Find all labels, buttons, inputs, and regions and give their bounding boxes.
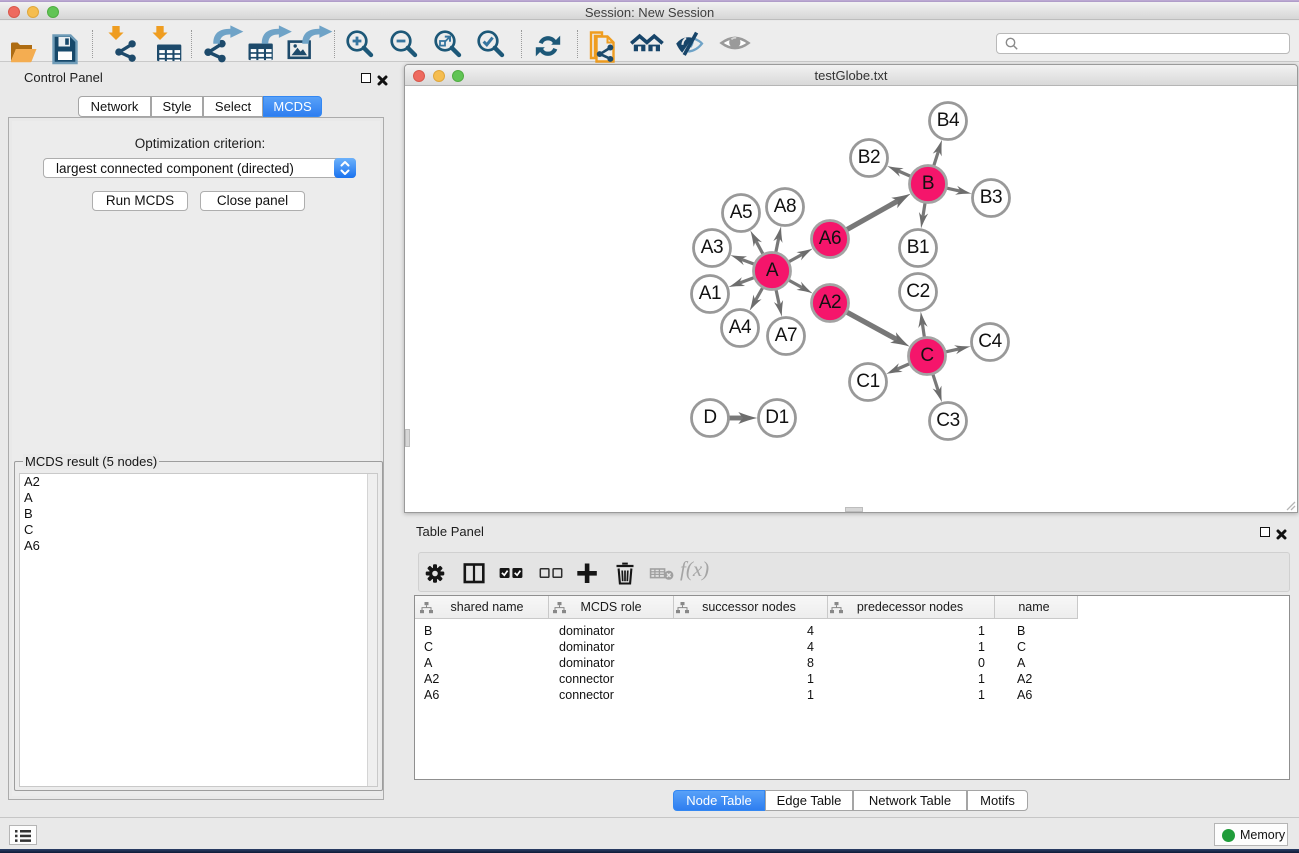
svg-text:A6: A6 <box>819 228 841 249</box>
svg-text:D1: D1 <box>765 407 789 428</box>
svg-text:C2: C2 <box>906 281 930 302</box>
svg-text:B: B <box>922 173 934 194</box>
svg-text:C3: C3 <box>936 410 960 431</box>
svg-text:B1: B1 <box>907 237 929 258</box>
svg-text:A: A <box>766 260 779 281</box>
svg-text:C1: C1 <box>856 371 880 392</box>
svg-text:C4: C4 <box>978 331 1002 352</box>
svg-text:A8: A8 <box>774 196 796 217</box>
svg-text:B3: B3 <box>980 187 1002 208</box>
svg-text:A1: A1 <box>699 283 721 304</box>
svg-text:B2: B2 <box>858 147 880 168</box>
svg-text:A5: A5 <box>730 202 752 223</box>
svg-text:A3: A3 <box>701 237 723 258</box>
svg-text:A7: A7 <box>775 325 797 346</box>
svg-text:D: D <box>703 407 716 428</box>
svg-text:B4: B4 <box>937 110 960 131</box>
svg-text:A2: A2 <box>819 292 841 313</box>
svg-text:C: C <box>920 345 933 366</box>
svg-text:A4: A4 <box>729 317 752 338</box>
